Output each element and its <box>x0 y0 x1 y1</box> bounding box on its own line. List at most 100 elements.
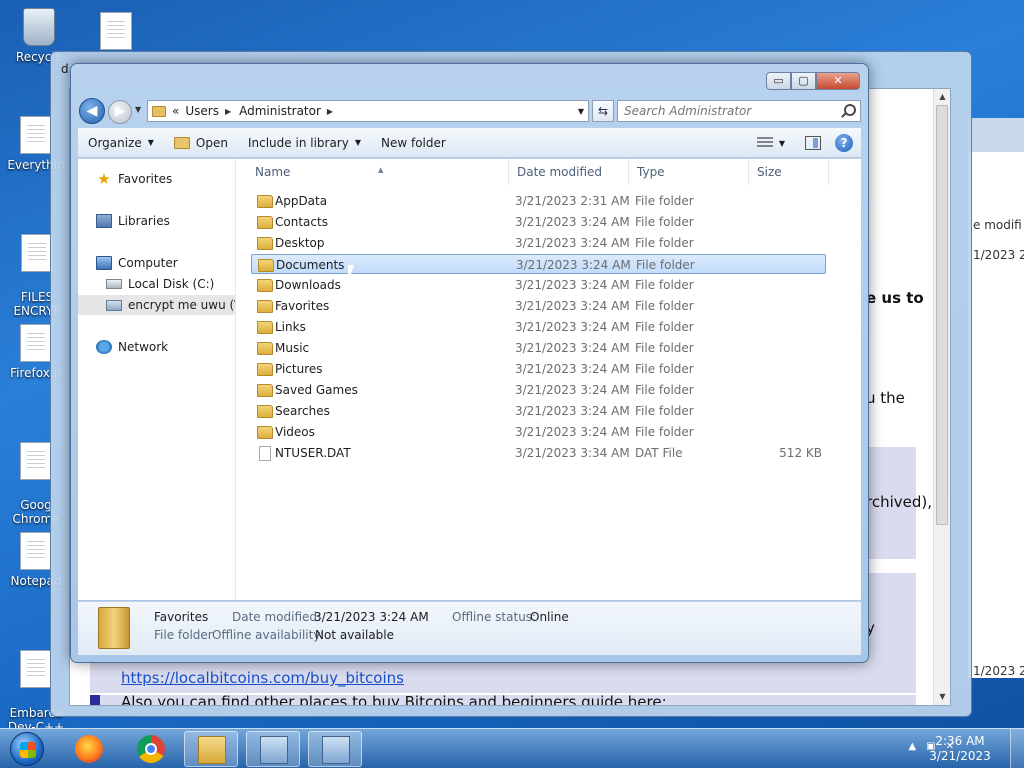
navigation-pane[interactable]: ★ Favorites Libraries Computer Local Dis… <box>78 159 236 600</box>
maximize-button[interactable]: ▢ <box>791 72 816 90</box>
search-input[interactable] <box>618 101 828 121</box>
scroll-down-arrow-icon[interactable]: ▼ <box>934 689 950 705</box>
taskbar-firefox[interactable] <box>62 731 116 767</box>
firefox-icon <box>75 735 103 763</box>
file-name: Documents <box>276 258 345 272</box>
file-row[interactable]: Music 3/21/2023 3:24 AM File folder <box>251 338 826 358</box>
file-row[interactable]: Pictures 3/21/2023 3:24 AM File folder <box>251 359 826 379</box>
details-name: Favorites <box>154 610 209 624</box>
open-button[interactable]: Open <box>164 128 238 158</box>
nav-item-libraries[interactable]: Libraries <box>78 211 235 231</box>
new-folder-button[interactable]: New folder <box>371 128 456 158</box>
file-row[interactable]: Downloads 3/21/2023 3:24 AM File folder <box>251 275 826 295</box>
taskbar-network-app[interactable] <box>246 731 300 767</box>
desktop-icon-doc[interactable] <box>80 12 152 54</box>
file-name: Searches <box>275 404 330 418</box>
file-date-modified: 3/21/2023 3:24 AM <box>515 299 630 313</box>
column-header-name[interactable]: Name ▲ <box>247 159 509 185</box>
star-icon: ★ <box>97 170 111 188</box>
file-date-modified: 3/21/2023 3:24 AM <box>515 320 630 334</box>
chrome-icon <box>137 735 165 763</box>
refresh-button[interactable]: ⇆ <box>592 100 614 122</box>
taskbar-chrome[interactable] <box>124 731 178 767</box>
preview-pane-icon[interactable] <box>805 136 821 150</box>
file-type: File folder <box>635 236 694 250</box>
nav-item-network-drive[interactable]: encrypt me uwu (\\C <box>78 295 235 315</box>
file-type: File folder <box>635 215 694 229</box>
scroll-thumb[interactable] <box>936 105 948 525</box>
file-row[interactable]: Documents 3/21/2023 3:24 AM File folder <box>251 254 826 274</box>
nav-item-favorites[interactable]: ★ Favorites <box>78 169 235 189</box>
file-row[interactable]: Desktop 3/21/2023 3:24 AM File folder <box>251 233 826 253</box>
column-header-date-modified[interactable]: e modifi <box>973 218 1022 232</box>
organize-button[interactable]: Organize ▼ <box>78 128 164 158</box>
file-date-modified: 3/21/2023 3:24 AM <box>515 425 630 439</box>
close-button[interactable]: ✕ <box>816 72 860 90</box>
document-icon <box>20 532 52 570</box>
window-header <box>969 118 1024 152</box>
nav-item-computer[interactable]: Computer <box>78 253 235 273</box>
nav-item-local-disk[interactable]: Local Disk (C:) <box>78 274 235 294</box>
file-row[interactable]: Links 3/21/2023 3:24 AM File folder <box>251 317 826 337</box>
search-icon[interactable] <box>844 104 856 116</box>
back-button[interactable]: ◀ <box>79 98 105 124</box>
change-view-icon[interactable] <box>756 137 773 149</box>
start-button[interactable] <box>4 729 50 768</box>
scroll-up-arrow-icon[interactable]: ▲ <box>934 89 950 105</box>
help-icon[interactable]: ? <box>835 134 853 152</box>
address-bar[interactable]: « Users ▶ Administrator ▶ ▼ <box>147 100 589 122</box>
file-name: Desktop <box>275 236 325 250</box>
file-row[interactable]: AppData 3/21/2023 2:31 AM File folder <box>251 191 826 211</box>
file-type: File folder <box>635 383 694 397</box>
file-row[interactable]: NTUSER.DAT 3/21/2023 3:34 AM DAT File 512 K… <box>251 443 826 463</box>
file-row[interactable]: Videos 3/21/2023 3:24 AM File folder <box>251 422 826 442</box>
forward-button[interactable]: ▶ <box>108 100 132 124</box>
nav-item-label: Local Disk (C:) <box>128 277 215 291</box>
column-header-size[interactable]: Size <box>749 159 829 185</box>
chevron-right-icon[interactable]: ▶ <box>225 107 231 116</box>
vertical-scrollbar[interactable]: ▲ ▼ <box>933 89 950 705</box>
breadcrumb-overflow[interactable]: « <box>172 104 179 118</box>
file-row[interactable]: Favorites 3/21/2023 3:24 AM File folder <box>251 296 826 316</box>
file-type: DAT File <box>635 446 683 460</box>
taskbar-network-app[interactable] <box>308 731 362 767</box>
library-icon <box>96 214 112 228</box>
date-cell: 1/2023 2:3 <box>973 664 1024 678</box>
background-window-right[interactable]: e modifi 1/2023 2:3 1/2023 2:3 <box>968 118 1024 678</box>
details-offline-availability-label: Offline availability: <box>212 628 324 642</box>
sort-ascending-icon: ▲ <box>378 166 384 174</box>
column-header-label: Size <box>757 165 782 179</box>
file-row[interactable]: Contacts 3/21/2023 3:24 AM File folder <box>251 212 826 232</box>
mouse-cursor-icon <box>348 265 360 283</box>
file-row[interactable]: Searches 3/21/2023 3:24 AM File folder <box>251 401 826 421</box>
folder-icon <box>98 607 130 649</box>
breadcrumb-administrator[interactable]: Administrator <box>239 104 321 118</box>
search-box[interactable] <box>617 100 861 122</box>
chevron-down-icon[interactable]: ▼ <box>779 139 785 148</box>
column-header-type[interactable]: Type <box>629 159 749 185</box>
system-clock[interactable]: 2:36 AM 3/21/2023 <box>920 734 1000 764</box>
recent-pages-dropdown-icon[interactable]: ▼ <box>135 105 141 114</box>
note-text: e us to <box>866 289 924 307</box>
address-dropdown-icon[interactable]: ▼ <box>578 107 584 116</box>
breadcrumb-users[interactable]: Users <box>185 104 219 118</box>
note-text: rchived), <box>866 493 933 511</box>
buy-bitcoins-link[interactable]: https://localbitcoins.com/buy_bitcoins <box>121 669 404 687</box>
taskbar-explorer[interactable] <box>184 731 238 767</box>
file-type: File folder <box>635 404 694 418</box>
explorer-window[interactable]: ▭ ▢ ✕ ◀ ▶ ▼ « Users ▶ Administrator ▶ ▼ … <box>70 63 869 663</box>
column-header-date[interactable]: Date modified <box>509 159 629 185</box>
show-desktop-button[interactable] <box>1010 729 1024 768</box>
note-accent-bar <box>90 695 100 705</box>
file-list-pane[interactable]: Name ▲ Date modified Type Size AppData 3/… <box>237 159 861 600</box>
date-cell: 1/2023 2:3 <box>973 248 1024 262</box>
nav-item-network[interactable]: Network <box>78 337 235 357</box>
include-in-library-button[interactable]: Include in library ▼ <box>238 128 371 158</box>
minimize-button[interactable]: ▭ <box>766 72 791 90</box>
note-text: Also you can find other places to buy Bi… <box>121 693 667 706</box>
file-row[interactable]: Saved Games 3/21/2023 3:24 AM File folder <box>251 380 826 400</box>
network-app-icon <box>260 736 288 764</box>
view-controls: ▼ ? <box>756 128 853 158</box>
details-offline-availability-value: Not available <box>315 628 395 642</box>
chevron-right-icon[interactable]: ▶ <box>327 107 333 116</box>
